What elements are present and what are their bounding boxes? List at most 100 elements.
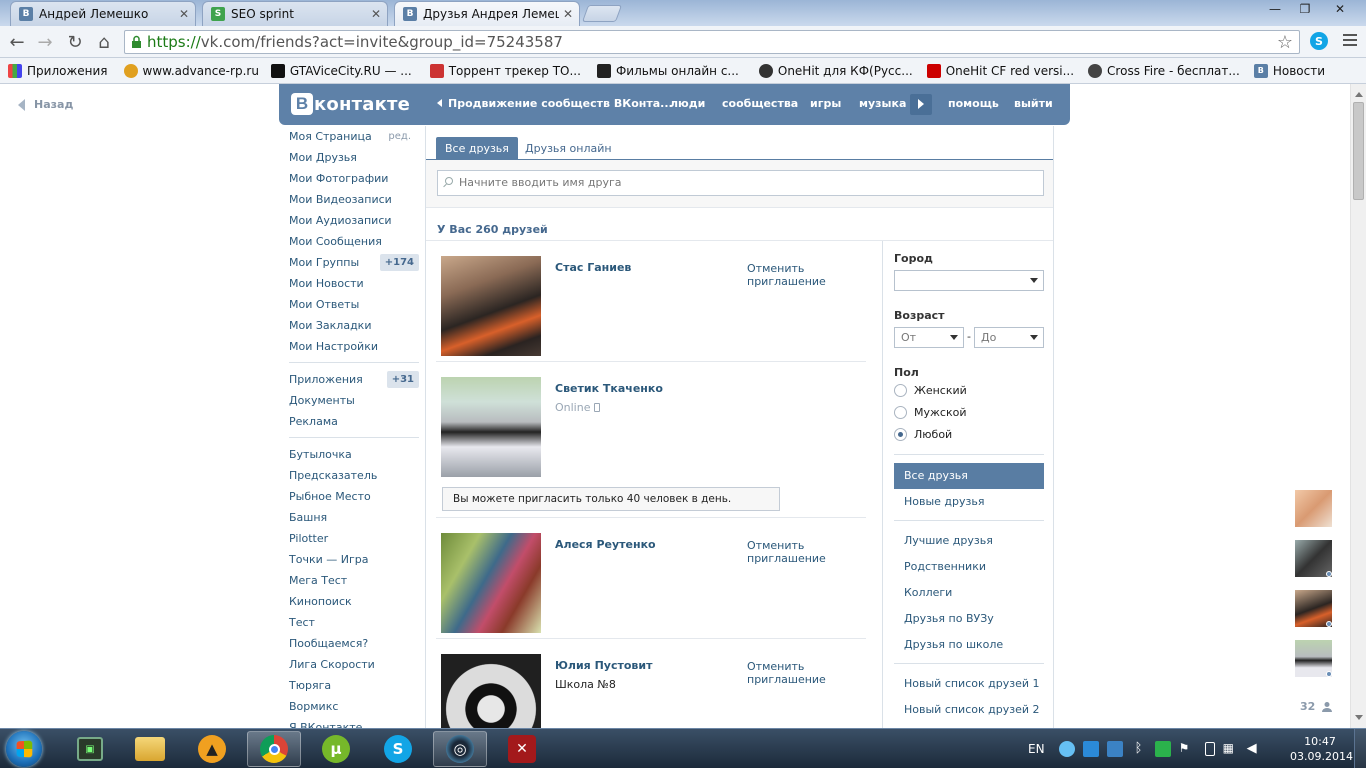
taskbar-dota2[interactable]: ✕	[495, 731, 549, 767]
app-item[interactable]: Я ВКонтакте	[279, 717, 425, 728]
edit-link[interactable]: ред.	[388, 126, 411, 147]
friend-name[interactable]: Светик Ткаченко	[555, 382, 663, 395]
gender-female-radio[interactable]: Женский	[894, 384, 967, 397]
bookmark-item[interactable]: Торрент трекер ТО...	[429, 63, 581, 78]
skype-tray-icon[interactable]	[1106, 741, 1123, 757]
close-window-icon[interactable]: ✕	[1320, 0, 1360, 18]
friend-name[interactable]: Алеся Реутенко	[555, 538, 656, 551]
language-indicator[interactable]: EN	[1028, 742, 1045, 756]
bookmark-item[interactable]: B Новости	[1253, 63, 1325, 78]
network-manager-icon[interactable]	[1082, 741, 1099, 757]
list-custom-2[interactable]: Новый список друзей 2	[894, 697, 1044, 723]
friend-name[interactable]: Юлия Пустовит	[555, 659, 652, 672]
close-tab-icon[interactable]: ✕	[371, 7, 381, 21]
utorrent-tray-icon[interactable]	[1154, 741, 1171, 757]
friend-avatar[interactable]	[441, 377, 541, 477]
usb-device-icon[interactable]	[1204, 742, 1215, 756]
bookmark-item[interactable]: Фильмы онлайн с...	[596, 63, 739, 78]
list-university-friends[interactable]: Друзья по ВУЗу	[894, 606, 1044, 632]
bookmark-item[interactable]: GTAViceCity.RU — ...	[270, 63, 412, 78]
list-new-friends[interactable]: Новые друзья	[894, 489, 1044, 515]
menu-my-page[interactable]: Моя Страница ред.	[279, 126, 425, 147]
nav-logout[interactable]: выйти	[1014, 97, 1053, 110]
app-item[interactable]: Тест	[279, 612, 425, 633]
gender-any-radio[interactable]: Любой	[894, 428, 952, 441]
app-item[interactable]: Тюряга	[279, 675, 425, 696]
bookmark-item[interactable]: Приложения	[8, 63, 108, 78]
nav-help[interactable]: помощь	[948, 97, 999, 110]
nav-more-button[interactable]	[910, 94, 932, 115]
friend-avatar[interactable]	[441, 654, 541, 728]
back-arrow-icon[interactable]: ←	[6, 31, 28, 53]
nav-games[interactable]: игры	[810, 97, 841, 110]
minimize-icon[interactable]: —	[1260, 0, 1290, 18]
browser-tab-1[interactable]: B Андрей Лемешко ✕	[10, 1, 196, 26]
bookmark-item[interactable]: OneHit CF red versi...	[926, 63, 1074, 78]
menu-my-news[interactable]: Мои Новости	[279, 273, 425, 294]
app-item[interactable]: Pilotter	[279, 528, 425, 549]
browser-tab-3[interactable]: B Друзья Андрея Лемешко ✕	[394, 1, 580, 26]
app-item[interactable]: Мега Тест	[279, 570, 425, 591]
tab-all-friends[interactable]: Все друзья	[436, 137, 518, 160]
close-tab-icon[interactable]: ✕	[563, 7, 573, 21]
friend-search-input[interactable]: Начните вводить имя друга	[437, 170, 1044, 196]
gender-male-radio[interactable]: Мужской	[894, 406, 966, 419]
menu-my-bookmarks[interactable]: Мои Закладки	[279, 315, 425, 336]
bluetooth-icon[interactable]: ᛒ	[1131, 741, 1147, 757]
show-desktop-button[interactable]	[1354, 729, 1366, 768]
list-custom-1[interactable]: Новый список друзей 1	[894, 671, 1044, 697]
menu-my-answers[interactable]: Мои Ответы	[279, 294, 425, 315]
menu-ads[interactable]: Реклама	[279, 411, 425, 432]
address-bar[interactable]: https://vk.com/friends?act=invite&group_…	[124, 30, 1300, 54]
scroll-up-icon[interactable]	[1355, 92, 1363, 97]
cancel-invite-link[interactable]: Отменить приглашение	[747, 660, 826, 686]
menu-apps[interactable]: Приложения +31	[279, 369, 425, 390]
friend-name[interactable]: Стас Ганиев	[555, 261, 631, 274]
skype-extension-icon[interactable]: S	[1310, 32, 1328, 50]
volume-icon[interactable]: ◀	[1247, 741, 1263, 757]
chat-online-count[interactable]: 32	[1300, 700, 1333, 713]
bookmark-star-icon[interactable]: ☆	[1277, 32, 1293, 53]
app-item[interactable]: Пообщаемся?	[279, 633, 425, 654]
taskbar-utorrent[interactable]: µ	[309, 731, 363, 767]
cancel-invite-link[interactable]: Отменить приглашение	[747, 539, 826, 565]
menu-my-audio[interactable]: Мои Аудиозаписи	[279, 210, 425, 231]
bookmark-item[interactable]: www.advance-rp.ru	[123, 63, 259, 78]
action-center-flag-icon[interactable]: ⚑	[1179, 741, 1195, 757]
reload-icon[interactable]: ↻	[64, 31, 86, 53]
taskbar-clock[interactable]: 10:47 03.09.2014	[1290, 734, 1353, 764]
chat-contact-avatar[interactable]	[1295, 540, 1332, 577]
taskbar-libraries[interactable]	[123, 731, 177, 767]
chat-contact-avatar[interactable]	[1295, 590, 1332, 627]
chat-contact-avatar[interactable]	[1295, 640, 1332, 677]
menu-my-friends[interactable]: Мои Друзья	[279, 147, 425, 168]
list-all-friends[interactable]: Все друзья	[894, 463, 1044, 489]
menu-my-messages[interactable]: Мои Сообщения	[279, 231, 425, 252]
nav-music[interactable]: музыка	[859, 97, 906, 110]
chrome-menu-icon[interactable]	[1343, 34, 1357, 49]
list-school-friends[interactable]: Друзья по школе	[894, 632, 1044, 658]
taskbar-aimp[interactable]: ▲	[185, 731, 239, 767]
steam-tray-icon[interactable]	[1058, 741, 1075, 757]
taskbar-explorer[interactable]: ▣	[63, 731, 117, 767]
app-item[interactable]: Предсказатель	[279, 465, 425, 486]
app-item[interactable]: Бутылочка	[279, 444, 425, 465]
list-best-friends[interactable]: Лучшие друзья	[894, 528, 1044, 554]
menu-my-settings[interactable]: Мои Настройки	[279, 336, 425, 357]
cancel-invite-link[interactable]: Отменить приглашение	[747, 262, 826, 288]
home-icon[interactable]: ⌂	[93, 31, 115, 53]
menu-my-videos[interactable]: Мои Видеозаписи	[279, 189, 425, 210]
menu-my-groups[interactable]: Мои Группы +174	[279, 252, 425, 273]
taskbar-steam[interactable]: ◎	[433, 731, 487, 767]
scroll-thumb[interactable]	[1353, 102, 1364, 200]
chat-contact-avatar[interactable]	[1295, 490, 1332, 527]
menu-documents[interactable]: Документы	[279, 390, 425, 411]
network-icon[interactable]: ▦	[1223, 741, 1239, 757]
new-tab-button[interactable]	[581, 5, 623, 22]
menu-my-photos[interactable]: Мои Фотографии	[279, 168, 425, 189]
restore-icon[interactable]: ❐	[1290, 0, 1320, 18]
age-from-select[interactable]: От	[894, 327, 964, 348]
app-item[interactable]: Кинопоиск	[279, 591, 425, 612]
back-link[interactable]: Назад	[18, 98, 73, 111]
app-item[interactable]: Рыбное Место	[279, 486, 425, 507]
